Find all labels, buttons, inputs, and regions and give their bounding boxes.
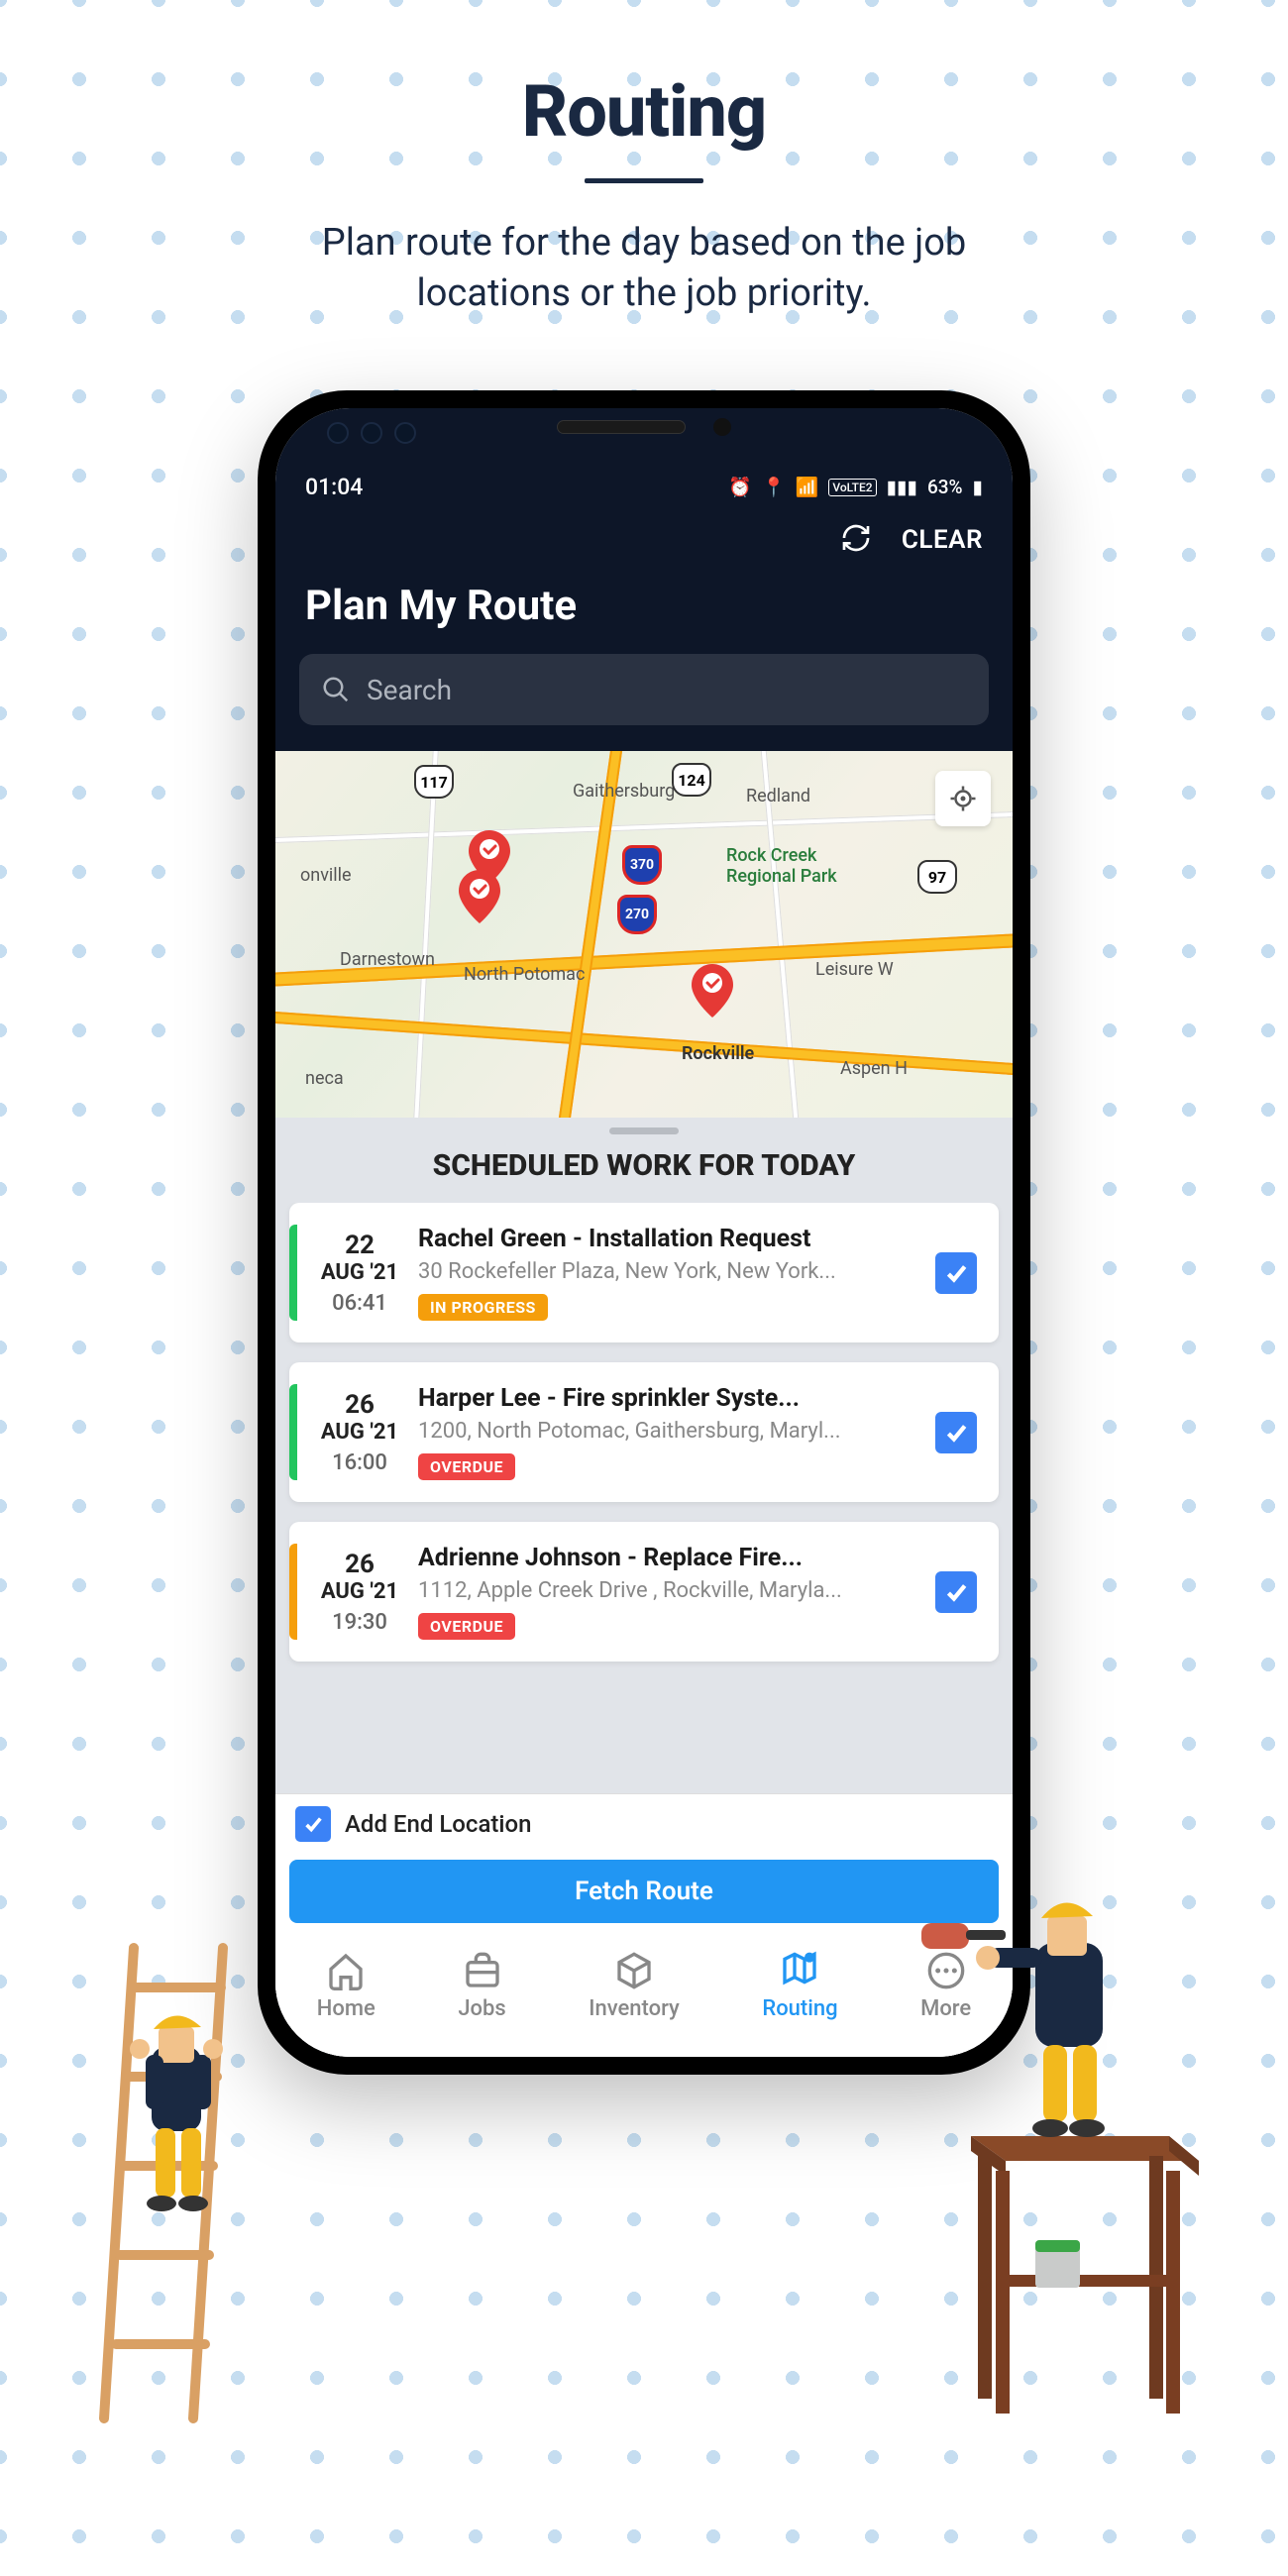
screen-title: Plan My Route [275,568,1013,654]
add-end-label: Add End Location [345,1810,531,1838]
job-card[interactable]: 26 AUG '21 16:00 Harper Lee - Fire sprin… [289,1362,999,1502]
job-strip [289,1544,297,1640]
phone-frame: 01:04 ⏰ 📍 📶 VoLTE2 ▮▮▮ 63% ▮ CLEAR Plan … [258,390,1030,2075]
phone-screen: 01:04 ⏰ 📍 📶 VoLTE2 ▮▮▮ 63% ▮ CLEAR Plan … [275,408,1013,2057]
refresh-icon[interactable] [840,522,872,558]
clear-button[interactable]: CLEAR [902,525,983,555]
map-label: North Potomac [464,964,585,985]
map-pin-icon[interactable] [459,870,500,923]
map-label: Rockville [682,1043,754,1064]
fetch-route-button[interactable]: Fetch Route [289,1860,999,1923]
highway-badge: 97 [917,860,957,894]
status-bar: 01:04 ⏰ 📍 📶 VoLTE2 ▮▮▮ 63% ▮ [275,468,1013,518]
map-label: Aspen H [840,1058,908,1079]
app-header: 01:04 ⏰ 📍 📶 VoLTE2 ▮▮▮ 63% ▮ CLEAR Plan … [275,408,1013,751]
job-checkbox[interactable] [935,1571,977,1613]
work-section-title: SCHEDULED WORK FOR TODAY [275,1148,1013,1183]
battery-text: 63% [927,476,963,498]
page-subheading: Plan route for the day based on the job … [0,218,1288,320]
alarm-icon: ⏰ [728,476,752,498]
search-input[interactable]: Search [299,654,989,725]
job-date: 26 AUG '21 19:30 [301,1550,418,1635]
job-details: Adrienne Johnson - Replace Fire... 1112,… [418,1544,917,1640]
work-section: SCHEDULED WORK FOR TODAY 22 AUG '21 06:4… [275,1118,1013,2057]
wifi-icon: 📶 [796,476,819,498]
interstate-badge: 270 [617,895,657,934]
job-address: 1112, Apple Creek Drive , Rockville, Mar… [418,1578,917,1603]
search-placeholder: Search [367,674,452,706]
phone-speaker [557,418,731,436]
heading-section: Routing Plan route for the day based on … [0,0,1288,320]
job-address: 1200, North Potomac, Gaithersburg, Maryl… [418,1419,917,1444]
job-card[interactable]: 26 AUG '21 19:30 Adrienne Johnson - Repl… [289,1522,999,1662]
highway-badge: 124 [672,763,711,797]
job-list[interactable]: 22 AUG '21 06:41 Rachel Green - Installa… [275,1203,1013,1793]
status-indicators: ⏰ 📍 📶 VoLTE2 ▮▮▮ 63% ▮ [728,476,983,498]
battery-icon: ▮ [973,476,983,498]
nav-routing[interactable]: Routing [762,1951,837,2021]
page-heading: Routing [0,69,1288,154]
add-end-checkbox[interactable] [295,1806,331,1842]
nav-jobs[interactable]: Jobs [458,1951,505,2021]
illustration-worker-stool [916,1859,1214,2437]
map-label: Rock Creek Regional Park [726,845,837,887]
job-checkbox[interactable] [935,1412,977,1453]
app-toolbar: CLEAR [275,518,1013,568]
heading-underline [585,178,703,183]
job-address: 30 Rockefeller Plaza, New York, New York… [418,1259,917,1284]
status-time: 01:04 [305,474,363,500]
job-date: 22 AUG '21 06:41 [301,1231,418,1316]
map-label: neca [305,1068,344,1089]
job-details: Harper Lee - Fire sprinkler Syste... 120… [418,1384,917,1480]
nav-home[interactable]: Home [317,1951,376,2021]
highway-badge: 117 [414,765,454,799]
nav-inventory[interactable]: Inventory [589,1951,680,2021]
search-icon [321,675,351,704]
bottom-area: Add End Location Fetch Route Home Jobs I… [275,1793,1013,2057]
signal-icon: ▮▮▮ [887,476,917,498]
map-label: Gaithersburg [573,781,675,802]
job-card[interactable]: 22 AUG '21 06:41 Rachel Green - Installa… [289,1203,999,1342]
add-end-location-row[interactable]: Add End Location [275,1794,1013,1854]
job-title: Adrienne Johnson - Replace Fire... [418,1544,917,1572]
job-status-badge: OVERDUE [418,1613,515,1640]
sheet-drag-handle[interactable] [609,1127,679,1134]
map-label: Darnestown [340,949,435,970]
job-strip [289,1384,297,1480]
job-title: Harper Lee - Fire sprinkler Syste... [418,1384,917,1413]
map-pin-icon[interactable] [692,964,733,1018]
map-view[interactable]: Gaithersburg Redland Rock Creek Regional… [275,751,1013,1118]
bottom-nav: Home Jobs Inventory Routing [275,1937,1013,2057]
illustration-worker-ladder [84,1908,302,2427]
job-checkbox[interactable] [935,1252,977,1294]
job-date: 26 AUG '21 16:00 [301,1390,418,1475]
lte-icon: VoLTE2 [828,479,876,496]
map-label: Leisure W [815,959,894,980]
job-details: Rachel Green - Installation Request 30 R… [418,1225,917,1321]
job-status-badge: OVERDUE [418,1453,515,1480]
job-strip [289,1225,297,1321]
job-title: Rachel Green - Installation Request [418,1225,917,1253]
phone-sensors [327,422,416,444]
interstate-badge: 370 [622,845,662,885]
map-label: Redland [746,786,810,806]
location-icon: 📍 [762,476,786,498]
job-status-badge: IN PROGRESS [418,1294,548,1321]
locate-me-button[interactable] [935,771,991,826]
map-label: onville [300,865,352,886]
